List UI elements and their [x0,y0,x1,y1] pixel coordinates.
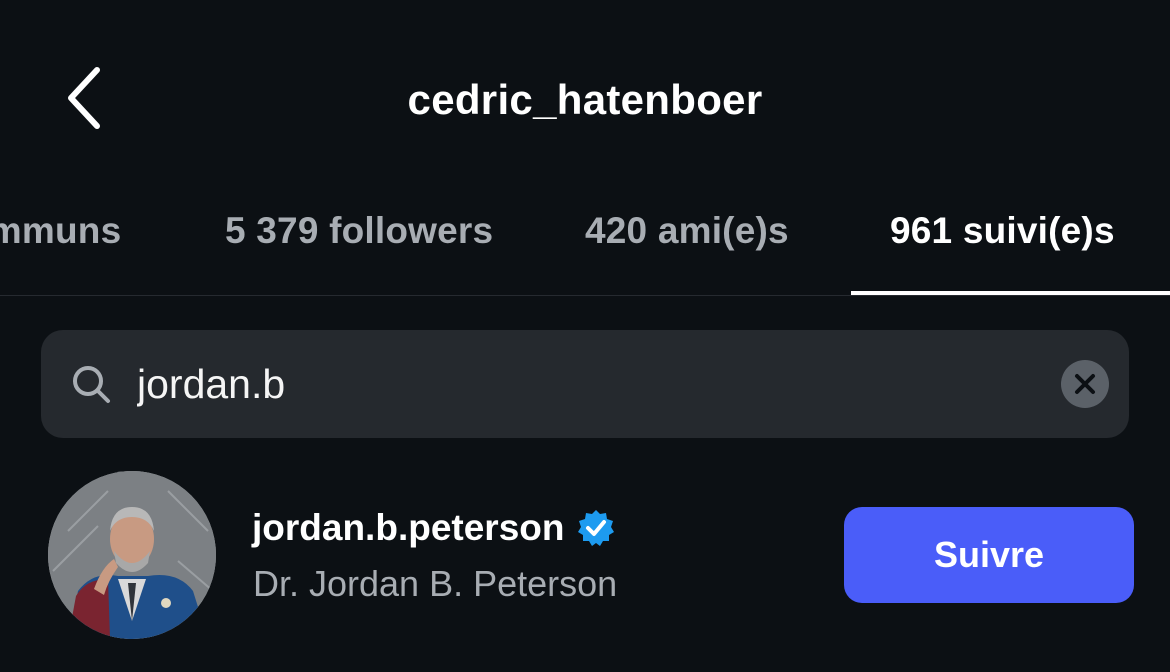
page-title: cedric_hatenboer [407,76,763,123]
tab-bar: ommuns 5 379 followers 420 ami(e)s 961 s… [0,190,1170,296]
tab-friends[interactable]: 420 ami(e)s [585,210,789,252]
search-icon [73,366,110,403]
profile-photo [48,471,216,639]
tab-communs[interactable]: ommuns [0,210,121,252]
clear-search-button[interactable] [1061,360,1109,408]
list-item[interactable]: jordan.b.peterson Dr. Jordan B. Peterson… [0,465,1170,645]
search-input[interactable] [137,354,1037,414]
clear-icon [1075,374,1095,394]
tab-followers[interactable]: 5 379 followers [225,210,493,252]
tab-following[interactable]: 961 suivi(e)s [890,210,1115,252]
header: cedric_hatenboer [0,0,1170,200]
result-username[interactable]: jordan.b.peterson [252,507,616,549]
divider [0,295,1170,296]
verified-badge-icon [578,510,615,546]
avatar[interactable] [48,471,216,639]
username-text: jordan.b.peterson [252,507,565,548]
result-full-name: Dr. Jordan B. Peterson [253,563,618,604]
follow-button[interactable]: Suivre [844,507,1134,603]
search-bar[interactable] [41,330,1129,438]
